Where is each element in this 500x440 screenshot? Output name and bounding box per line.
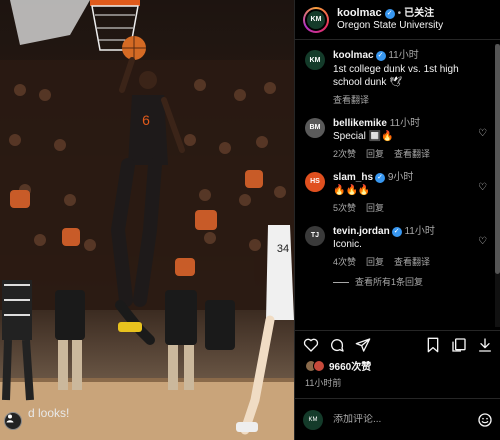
post-caption: KM koolmac ✓ 11小时 1st college dunk vs. 1s…: [295, 44, 495, 112]
comment-likes[interactable]: 4次赞: [333, 256, 356, 268]
comment-text: Special 🔲🔥: [333, 131, 394, 143]
comment-input[interactable]: [333, 414, 477, 425]
comment-text: Iconic.: [333, 239, 362, 251]
caption-username[interactable]: koolmac ✓: [333, 49, 386, 63]
verified-icon: ✓: [375, 172, 386, 183]
reply-thread-line: [333, 281, 349, 283]
scrollbar-thumb[interactable]: [495, 44, 500, 274]
reply-button[interactable]: 回复: [366, 148, 384, 160]
author-avatar-image: KM: [305, 8, 327, 31]
like-comment-heart-icon[interactable]: ♡: [478, 128, 487, 139]
translate-link[interactable]: 查看翻译: [394, 256, 430, 268]
comments-list[interactable]: KM koolmac ✓ 11小时 1st college dunk vs. 1s…: [295, 44, 500, 327]
comment-item: HS slam_hs ✓ 9小时 🔥🔥🔥 5次赞 回复 ♡: [295, 166, 495, 220]
liker-avatar: [313, 359, 325, 372]
commenter-username[interactable]: bellikemike: [333, 117, 387, 131]
translate-link[interactable]: 查看翻译: [333, 94, 369, 106]
comment-bubble-icon[interactable]: [329, 337, 345, 353]
comment-time: 11小时: [389, 117, 421, 129]
post-location[interactable]: Oregon State University: [337, 20, 443, 32]
photo-overlay-text: d looks!: [28, 406, 70, 420]
commenter-username[interactable]: slam_hs ✓: [333, 171, 386, 185]
comment-likes[interactable]: 2次赞: [333, 148, 356, 160]
share-paper-plane-icon[interactable]: [355, 337, 371, 353]
like-comment-heart-icon[interactable]: ♡: [478, 182, 487, 193]
comment-item: TJ tevin.jordan ✓ 11小时 Iconic. 4次赞 回复 查看翻…: [295, 220, 495, 294]
comment-likes[interactable]: 5次赞: [333, 202, 356, 214]
likes-summary[interactable]: 9660次赞: [305, 358, 371, 373]
comment-time: 9小时: [387, 171, 414, 183]
post-header: KM koolmac ✓ • 已关注 Oregon State Universi…: [295, 0, 500, 40]
commenter-avatar[interactable]: TJ: [305, 225, 325, 246]
comment-time: 11小时: [404, 225, 435, 237]
user-tag-icon[interactable]: [4, 412, 22, 430]
jersey-number: 6: [142, 112, 150, 128]
comments-scrollbar[interactable]: [495, 44, 500, 327]
current-user-avatar: KM: [303, 409, 323, 430]
author-avatar[interactable]: KM: [303, 6, 329, 33]
download-icon[interactable]: [477, 337, 493, 353]
post-side-panel: KM koolmac ✓ • 已关注 Oregon State Universi…: [294, 0, 500, 440]
reply-button[interactable]: 回复: [366, 256, 384, 268]
post-actions-bar: [295, 330, 500, 358]
view-all-replies-link[interactable]: 查看所有1条回复: [355, 276, 423, 288]
like-comment-heart-icon[interactable]: ♡: [478, 236, 487, 247]
caption-author-avatar[interactable]: KM: [305, 50, 325, 70]
comment-text: 🔥🔥🔥: [333, 185, 371, 197]
post-photo: 6 34 d looks!: [0, 0, 294, 440]
translate-link[interactable]: 查看翻译: [394, 148, 430, 160]
caption-text: 1st college dunk vs. 1st high school dun…: [333, 63, 459, 89]
like-count[interactable]: 9660次赞: [329, 358, 371, 373]
verified-icon: ✓: [391, 226, 402, 237]
bookmark-icon[interactable]: [425, 337, 441, 353]
separator-dot: •: [397, 7, 402, 19]
emoji-icon[interactable]: [477, 412, 493, 428]
verified-icon: ✓: [375, 50, 386, 61]
author-username[interactable]: koolmac: [337, 7, 382, 20]
add-comment-bar: KM: [295, 398, 500, 440]
like-heart-icon[interactable]: [303, 337, 319, 353]
basketball-dunk-illustration: 6 34: [0, 0, 294, 440]
defender-number: 34: [277, 243, 289, 255]
reply-button[interactable]: 回复: [366, 202, 384, 214]
posted-time: 11小时前: [305, 378, 342, 388]
commenter-avatar[interactable]: HS: [305, 171, 325, 192]
commenter-avatar[interactable]: BM: [305, 117, 325, 138]
following-button[interactable]: 已关注: [404, 8, 434, 20]
verified-icon: ✓: [384, 8, 395, 19]
comment-item: BM bellikemike 11小时 Special 🔲🔥 2次赞 回复 查看…: [295, 112, 495, 166]
copy-collection-icon[interactable]: [451, 337, 467, 353]
commenter-username[interactable]: tevin.jordan ✓: [333, 225, 402, 239]
caption-time: 11小时: [388, 50, 419, 61]
